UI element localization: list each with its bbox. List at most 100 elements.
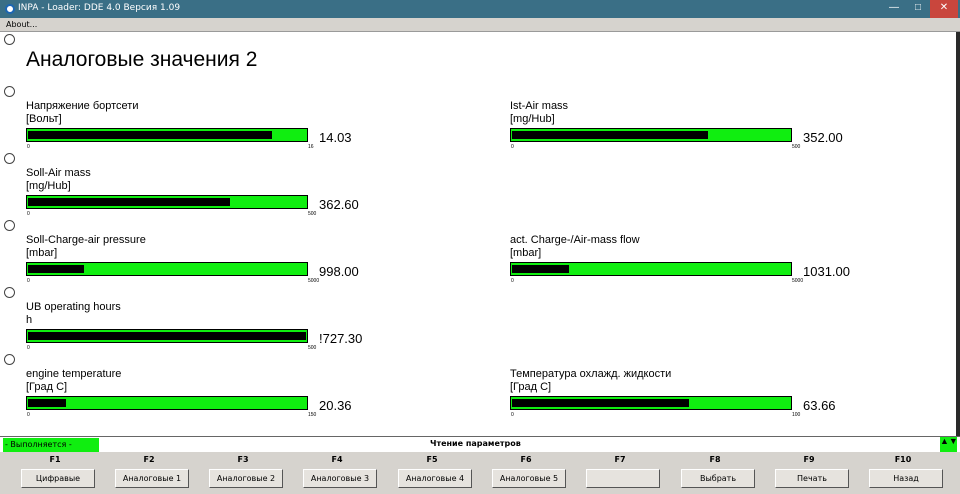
gauge-fill [28, 198, 230, 206]
gauge-label: Soll-Charge-air pressure [26, 234, 146, 246]
gauge-fill [28, 265, 84, 273]
gauge-bar [26, 262, 308, 276]
gauge-unit: [mbar] [510, 247, 542, 259]
gauge-fill [512, 131, 708, 139]
gauge-min: 0 [27, 345, 30, 351]
fkey-f5: F5 Аналоговые 4 [385, 452, 479, 494]
f5-button[interactable]: Аналоговые 4 [398, 469, 472, 488]
fkey-name: F2 [143, 455, 155, 464]
f1-button[interactable]: Цифравые [21, 469, 95, 488]
gauge-unit: [Град С] [26, 381, 68, 393]
gauge-bar [510, 262, 792, 276]
fkey-name: F7 [614, 455, 626, 464]
gauge-bar [510, 128, 792, 142]
f6-button[interactable]: Аналоговые 5 [492, 469, 566, 488]
fkey-f6: F6 Аналоговые 5 [479, 452, 573, 494]
gauge-min: 0 [511, 278, 514, 284]
fkey-name: F5 [426, 455, 438, 464]
gauge-label: UB operating hours [26, 301, 121, 313]
gauge-unit: [mg/Hub] [26, 180, 71, 192]
close-button[interactable]: ✕ [930, 0, 958, 18]
gauge-bar [26, 396, 308, 410]
f10-button[interactable]: Назад [869, 469, 943, 488]
window-border [956, 32, 960, 436]
gauge-value: 20.36 [319, 398, 352, 413]
gauge-label: Ist-Air mass [510, 100, 569, 112]
gauge-label: act. Charge-/Air-mass flow [510, 234, 640, 246]
gauge-fill [28, 399, 66, 407]
gauge-max: 500 [308, 211, 317, 217]
radio-button[interactable] [4, 153, 15, 164]
fkey-name: F10 [894, 455, 912, 464]
gauge-bar [26, 128, 308, 142]
menu-bar: About... [0, 18, 960, 32]
gauge-value: !727.30 [319, 331, 363, 346]
gauge-value: 352.00 [803, 130, 843, 145]
fkey-f3: F3 Аналоговые 2 [196, 452, 290, 494]
f8-button[interactable]: Выбрать [681, 469, 755, 488]
radio-button[interactable] [4, 34, 15, 45]
gauge-value: 1031.00 [803, 264, 850, 279]
gauge-label: Напряжение бортсети [26, 100, 139, 112]
window-title: INPA - Loader: DDE 4.0 Версия 1.09 [18, 3, 181, 13]
fkey-name: F9 [803, 455, 815, 464]
radio-button[interactable] [4, 86, 15, 97]
f2-button[interactable]: Аналоговые 1 [115, 469, 189, 488]
fkey-f2: F2 Аналоговые 1 [102, 452, 196, 494]
gauge-max: 150 [308, 412, 317, 418]
fkey-f1: F1 Цифравые [8, 452, 102, 494]
radio-button[interactable] [4, 354, 15, 365]
fkey-name: F3 [237, 455, 249, 464]
fkey-f4: F4 Аналоговые 3 [290, 452, 384, 494]
title-bar[interactable]: INPA - Loader: DDE 4.0 Версия 1.09 — □ ✕ [0, 0, 960, 18]
gauge-unit: [mbar] [26, 247, 58, 259]
f9-button[interactable]: Печать [775, 469, 849, 488]
maximize-button[interactable]: □ [906, 0, 930, 18]
gauge-max: 100 [792, 412, 801, 418]
fkey-name: F4 [331, 455, 343, 464]
f3-button[interactable]: Аналоговые 2 [209, 469, 283, 488]
gauge-min: 0 [27, 278, 30, 284]
fkey-f9: F9 Печать [762, 452, 856, 494]
gauge-value: 63.66 [803, 398, 836, 413]
gauge-value: 362.60 [319, 197, 359, 212]
gauge-unit: [Град С] [510, 381, 552, 393]
gauge-fill [512, 399, 689, 407]
gauge-min: 0 [27, 211, 30, 217]
fkey-name: F8 [709, 455, 721, 464]
gauge-ist-air-mass: Ist-Air mass [mg/Hub] 0 500 352.00 [510, 100, 870, 156]
gauge-max: 16 [308, 144, 314, 150]
gauge-label: engine temperature [26, 368, 122, 380]
fkey-f8: F8 Выбрать [668, 452, 762, 494]
f4-button[interactable]: Аналоговые 3 [303, 469, 377, 488]
gauge-coolant-temperature: Температура охлажд. жидкости [Град С] 0 … [510, 368, 870, 424]
f7-button[interactable] [586, 469, 660, 488]
fkey-name: F6 [520, 455, 532, 464]
gauge-act-charge-air-mass-flow: act. Charge-/Air-mass flow [mbar] 0 5000… [510, 234, 870, 290]
gauge-board-voltage: Напряжение бортсети [Вольт] 0 16 14.03 [26, 100, 386, 156]
gauge-min: 0 [27, 144, 30, 150]
bmw-logo-icon [5, 4, 15, 14]
fkey-name: F1 [49, 455, 61, 464]
radio-button[interactable] [4, 220, 15, 231]
gauge-unit: [mg/Hub] [510, 113, 555, 125]
fkey-f7: F7 [573, 452, 667, 494]
gauge-label: Температура охлажд. жидкости [510, 368, 672, 380]
gauge-bar [26, 329, 308, 343]
menu-item-about[interactable]: About... [6, 20, 37, 29]
gauge-label: Soll-Air mass [26, 167, 91, 179]
gauge-soll-air-mass: Soll-Air mass [mg/Hub] 0 500 362.60 [26, 167, 386, 223]
gauge-soll-charge-air-pressure: Soll-Charge-air pressure [mbar] 0 5000 9… [26, 234, 386, 290]
minimize-button[interactable]: — [882, 0, 906, 18]
status-state: - Выполняется - [3, 438, 99, 452]
gauge-max: 500 [792, 144, 801, 150]
page-title: Аналоговые значения 2 [26, 48, 258, 71]
gauge-min: 0 [511, 144, 514, 150]
gauge-fill [512, 265, 569, 273]
gauge-fill [28, 332, 306, 340]
gauge-max: 500 [308, 345, 317, 351]
gauge-unit: [Вольт] [26, 113, 62, 125]
gauge-engine-temperature: engine temperature [Град С] 0 150 20.36 [26, 368, 386, 424]
gauge-value: 998.00 [319, 264, 359, 279]
radio-button[interactable] [4, 287, 15, 298]
